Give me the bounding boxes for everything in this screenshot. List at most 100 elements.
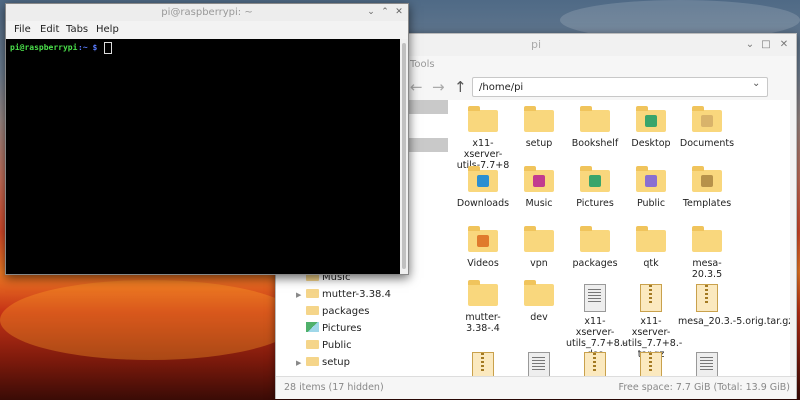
file-item[interactable]: Documents bbox=[678, 106, 736, 149]
file-item[interactable]: Desktop bbox=[622, 106, 680, 149]
sidebar-selection bbox=[408, 100, 448, 114]
file-item[interactable]: x11-xserver-utils-7.7+8 bbox=[454, 106, 512, 171]
file-item[interactable]: mesa-20.3.5 bbox=[678, 226, 736, 280]
close-icon[interactable]: ✕ bbox=[776, 34, 792, 56]
file-item[interactable]: Videos bbox=[454, 226, 512, 269]
file-item[interactable]: mesa_20.3.-5.orig.tar.gz bbox=[678, 284, 793, 327]
file-label: Pictures bbox=[576, 198, 614, 209]
text-file-icon bbox=[584, 284, 606, 312]
up-arrow-icon[interactable]: ↑ bbox=[454, 78, 467, 96]
file-item[interactable]: Music bbox=[510, 166, 568, 209]
file-label: vpn bbox=[530, 258, 548, 269]
back-arrow-icon[interactable]: ← bbox=[410, 78, 423, 96]
file-label: packages bbox=[572, 258, 618, 269]
file-item[interactable]: vpn bbox=[510, 226, 568, 269]
file-item[interactable]: setup bbox=[510, 106, 568, 149]
pictures-folder-icon bbox=[306, 322, 319, 332]
file-item[interactable]: qtk bbox=[622, 226, 680, 269]
terminal-output[interactable]: pi@raspberrypi :~ $ bbox=[6, 39, 400, 274]
sidebar-item-mutter[interactable]: ▶ mutter-3.38.4 bbox=[296, 287, 391, 303]
scrollbar[interactable] bbox=[790, 100, 796, 376]
text-file-icon bbox=[696, 352, 718, 376]
minimize-icon[interactable]: ⌄ bbox=[364, 4, 378, 21]
folder-icon bbox=[306, 357, 319, 366]
file-manager-title: pi bbox=[530, 38, 542, 51]
folder-emblem bbox=[533, 175, 545, 187]
pictures-folder-icon bbox=[580, 166, 610, 192]
folder-emblem bbox=[477, 235, 489, 247]
expand-arrow-icon[interactable]: ▶ bbox=[296, 287, 301, 303]
status-bar: 28 items (17 hidden) Free space: 7.7 GiB… bbox=[276, 376, 796, 399]
chevron-down-icon[interactable]: ⌄ bbox=[752, 78, 760, 89]
music-folder-icon bbox=[524, 166, 554, 192]
sidebar-item-pictures[interactable]: Pictures bbox=[306, 321, 362, 337]
sidebar-selection bbox=[408, 138, 448, 152]
file-item[interactable]: mesa_20.3.- bbox=[510, 352, 568, 376]
file-item[interactable]: Templates bbox=[678, 166, 736, 209]
menu-tabs[interactable]: Tabs bbox=[66, 24, 88, 35]
folder-emblem bbox=[701, 115, 713, 127]
close-icon[interactable]: ✕ bbox=[392, 4, 406, 21]
folder-emblem bbox=[589, 175, 601, 187]
forward-arrow-icon[interactable]: → bbox=[432, 78, 445, 96]
sidebar-item-packages[interactable]: packages bbox=[306, 304, 369, 320]
folder-icon bbox=[524, 106, 554, 132]
file-label: Downloads bbox=[456, 198, 510, 209]
terminal-menubar: File Edit Tabs Help bbox=[6, 21, 408, 40]
documents-folder-icon bbox=[692, 106, 722, 132]
file-item[interactable]: Bookshelf bbox=[566, 106, 624, 149]
file-label: qtk bbox=[643, 258, 659, 269]
sidebar-item-setup[interactable]: ▶ setup bbox=[296, 355, 350, 371]
terminal-titlebar: pi@raspberrypi: ~ ⌄ ⌃ ✕ bbox=[6, 4, 408, 21]
text-file-icon bbox=[528, 352, 550, 376]
file-item[interactable]: packages bbox=[566, 226, 624, 269]
file-item[interactable]: x11-xserver-utils_7.7+8.-tar.gz bbox=[622, 284, 682, 360]
sidebar-item-public[interactable]: Public bbox=[306, 338, 352, 354]
folder-emblem bbox=[701, 175, 713, 187]
folder-icon bbox=[580, 106, 610, 132]
terminal-window: pi@raspberrypi: ~ ⌄ ⌃ ✕ File Edit Tabs H… bbox=[5, 3, 409, 275]
file-label: mutter-3.38-.4 bbox=[465, 312, 501, 334]
prompt-path: :~ $ bbox=[78, 43, 98, 52]
scrollbar-thumb[interactable] bbox=[402, 43, 406, 269]
folder-icon bbox=[468, 280, 498, 306]
menu-tools[interactable]: Tools bbox=[410, 59, 435, 70]
file-icon-view: x11-xserver-utils-7.7+8 setup Bookshelf Des… bbox=[448, 100, 796, 376]
file-label: Templates bbox=[682, 198, 732, 209]
file-item[interactable]: mutter_3.3- bbox=[566, 352, 624, 376]
file-label: dev bbox=[530, 312, 548, 323]
folder-icon bbox=[306, 289, 319, 298]
file-item[interactable]: mutter_3.3- bbox=[622, 352, 680, 376]
file-item[interactable]: mesa_20.3.- bbox=[454, 352, 512, 376]
archive-icon bbox=[584, 352, 606, 376]
desktop-folder-icon bbox=[636, 106, 666, 132]
file-label: Music bbox=[525, 198, 553, 209]
file-label: Desktop bbox=[631, 138, 671, 149]
file-item[interactable]: dev bbox=[510, 280, 568, 323]
folder-emblem bbox=[645, 115, 657, 127]
menu-edit[interactable]: Edit bbox=[40, 24, 59, 35]
menu-file[interactable]: File bbox=[14, 24, 31, 35]
address-bar[interactable]: /home/pi bbox=[472, 77, 768, 97]
terminal-scrollbar[interactable] bbox=[400, 39, 408, 274]
file-item[interactable]: Pictures bbox=[566, 166, 624, 209]
file-item[interactable]: mutter-3.38-.4 bbox=[454, 280, 512, 334]
maximize-icon[interactable]: ⌃ bbox=[378, 4, 392, 21]
file-item[interactable]: Downloads bbox=[454, 166, 512, 209]
downloads-folder-icon bbox=[468, 166, 498, 192]
file-label: Public bbox=[636, 198, 666, 209]
folder-icon bbox=[692, 226, 722, 252]
maximize-icon[interactable]: □ bbox=[758, 34, 774, 56]
file-item[interactable]: Public bbox=[622, 166, 680, 209]
file-label: mesa-20.3.5 bbox=[691, 258, 723, 280]
file-item[interactable]: x11-xserver-utils_7.7+8.-dsc bbox=[566, 284, 626, 360]
file-item[interactable]: mutter_3.3- bbox=[678, 352, 736, 376]
expand-arrow-icon[interactable]: ▶ bbox=[296, 355, 301, 371]
menu-help[interactable]: Help bbox=[96, 24, 119, 35]
folder-emblem bbox=[477, 175, 489, 187]
folder-icon bbox=[306, 340, 319, 349]
folder-emblem bbox=[645, 175, 657, 187]
file-label: x11-xserver-utils-7.7+8 bbox=[456, 138, 510, 171]
folder-icon bbox=[524, 280, 554, 306]
minimize-icon[interactable]: ⌄ bbox=[742, 34, 758, 56]
